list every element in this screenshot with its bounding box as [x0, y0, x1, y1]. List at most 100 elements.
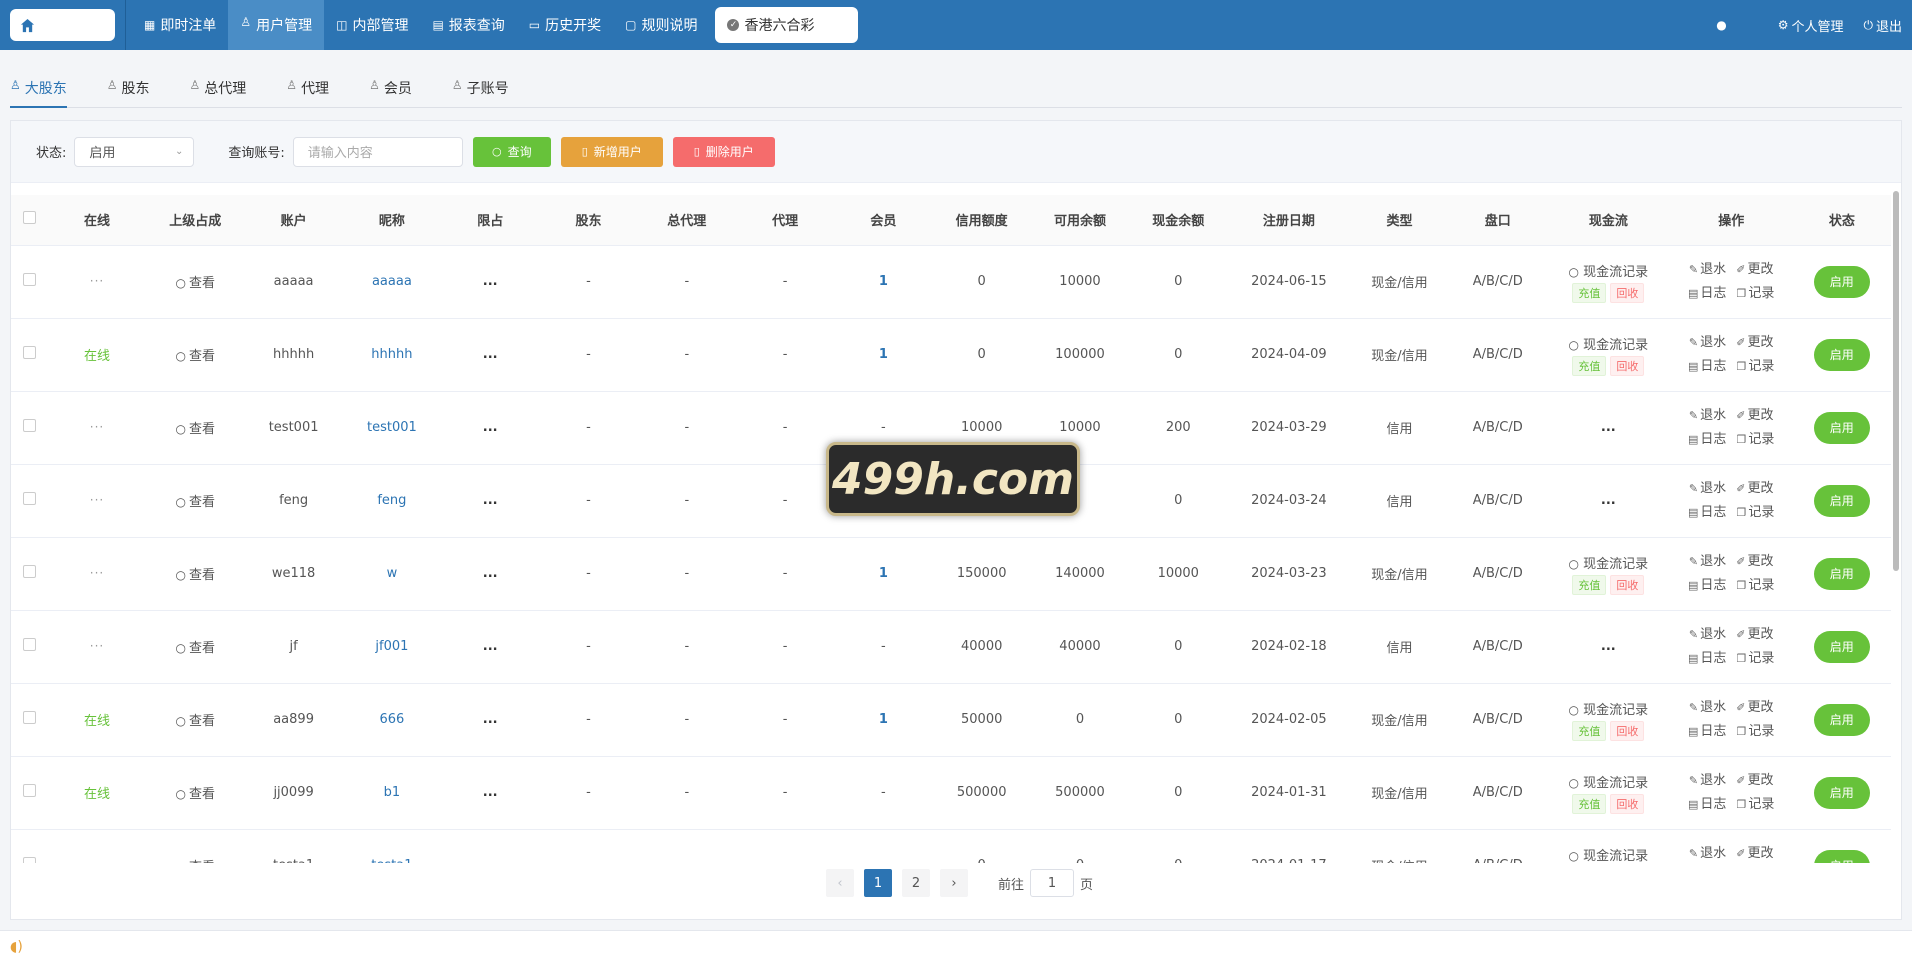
limit-cell[interactable]: ...	[441, 464, 540, 538]
recharge-button[interactable]: 充值	[1572, 720, 1607, 741]
parent-share-cell[interactable]: ○查看	[146, 756, 245, 830]
log-button[interactable]: ▤ 日志	[1688, 724, 1726, 739]
cash-flow-record-link[interactable]: ○ 现金流记录	[1547, 772, 1670, 791]
row-checkbox[interactable]	[22, 565, 36, 578]
status-select[interactable]: 启用 ⌄	[74, 136, 195, 167]
profile-button[interactable]: ⚙ 个人管理	[1778, 16, 1844, 35]
status-toggle-button[interactable]: 启用	[1813, 265, 1870, 298]
speaker-icon[interactable]: ◖)	[10, 939, 23, 955]
row-checkbox[interactable]	[22, 857, 36, 863]
member-count[interactable]: 1	[879, 274, 888, 289]
nickname-link[interactable]: aaaaa	[372, 274, 412, 289]
log-button[interactable]: ▤ 日志	[1688, 651, 1726, 666]
parent-share-cell[interactable]: ○查看	[146, 318, 245, 392]
record-button[interactable]: ❐ 记录	[1737, 578, 1775, 593]
recycle-button[interactable]: 回收	[1610, 574, 1645, 595]
next-page-button[interactable]: ›	[939, 869, 968, 897]
modify-button[interactable]: ✐ 更改	[1736, 481, 1773, 496]
recycle-button[interactable]: 回收	[1610, 282, 1645, 303]
limit-value[interactable]: ...	[483, 493, 498, 508]
view-link[interactable]: ○查看	[176, 495, 216, 510]
logout-button[interactable]: ⏻ 退出	[1863, 16, 1902, 35]
modify-button[interactable]: ✐ 更改	[1736, 700, 1773, 715]
table-scrollbar[interactable]	[1893, 191, 1899, 571]
rebate-button[interactable]: ✎ 退水	[1689, 481, 1726, 496]
nickname-link[interactable]: testa1	[371, 858, 412, 863]
recharge-button[interactable]: 充值	[1572, 574, 1607, 595]
record-button[interactable]: ❐ 记录	[1737, 505, 1775, 520]
page-button-1[interactable]: 1	[863, 869, 892, 897]
nav-history-draw[interactable]: ▭ 历史开奖	[517, 0, 613, 50]
header-select-all[interactable]	[11, 189, 48, 246]
view-link[interactable]: ○查看	[176, 568, 216, 583]
select-all-checkbox[interactable]	[22, 211, 36, 225]
account-search-input[interactable]: 请输入内容	[292, 136, 463, 167]
recycle-button[interactable]: 回收	[1610, 793, 1645, 814]
parent-share-cell[interactable]: ○查看	[146, 464, 245, 538]
limit-cell[interactable]: ...	[441, 391, 540, 465]
limit-cell[interactable]: ...	[441, 756, 540, 830]
limit-value[interactable]: ...	[483, 858, 498, 863]
nav-internal-management[interactable]: ◫ 内部管理	[324, 0, 420, 50]
record-button[interactable]: ❐ 记录	[1737, 651, 1775, 666]
tab-sub-account[interactable]: ♙ 子账号	[452, 78, 509, 108]
cash-flow-record-link[interactable]: ○ 现金流记录	[1547, 845, 1670, 864]
nickname-cell[interactable]: testa1	[342, 829, 442, 863]
recharge-button[interactable]: 充值	[1572, 793, 1607, 814]
tab-shareholder[interactable]: ♙ 股东	[107, 78, 150, 108]
modify-button[interactable]: ✐ 更改	[1736, 408, 1773, 423]
row-select[interactable]	[11, 391, 48, 465]
record-button[interactable]: ❐ 记录	[1737, 286, 1775, 301]
log-button[interactable]: ▤ 日志	[1688, 359, 1726, 374]
modify-button[interactable]: ✐ 更改	[1736, 335, 1773, 350]
status-toggle-button[interactable]: 启用	[1813, 557, 1870, 590]
home-button[interactable]	[10, 9, 115, 41]
parent-share-cell[interactable]: ○查看	[146, 245, 245, 319]
limit-value[interactable]: ...	[483, 420, 498, 435]
parent-share-cell[interactable]: ○查看	[146, 829, 245, 863]
limit-cell[interactable]: ...	[441, 318, 540, 392]
recharge-button[interactable]: 充值	[1572, 282, 1607, 303]
row-select[interactable]	[11, 610, 48, 684]
rebate-button[interactable]: ✎ 退水	[1689, 700, 1726, 715]
row-checkbox[interactable]	[22, 638, 36, 651]
view-link[interactable]: ○查看	[176, 276, 216, 291]
row-select[interactable]	[11, 245, 48, 319]
parent-share-cell[interactable]: ○查看	[146, 610, 245, 684]
log-button[interactable]: ▤ 日志	[1688, 578, 1726, 593]
avatar-button[interactable]: ●	[1716, 18, 1729, 32]
record-button[interactable]: ❐ 记录	[1737, 724, 1775, 739]
page-button-2[interactable]: 2	[901, 869, 930, 897]
record-button[interactable]: ❐ 记录	[1737, 359, 1775, 374]
rebate-button[interactable]: ✎ 退水	[1689, 773, 1726, 788]
add-user-button[interactable]: ▯ 新增用户	[560, 136, 663, 167]
row-select[interactable]	[11, 537, 48, 611]
nickname-link[interactable]: jf001	[375, 639, 408, 654]
lottery-selector[interactable]: ✓ 香港六合彩	[715, 7, 859, 43]
nickname-cell[interactable]: b1	[342, 756, 442, 830]
tab-agent[interactable]: ♙ 代理	[286, 78, 329, 108]
view-link[interactable]: ○查看	[176, 787, 216, 802]
nickname-cell[interactable]: feng	[342, 464, 442, 538]
limit-cell[interactable]: ...	[441, 537, 540, 611]
recycle-button[interactable]: 回收	[1610, 355, 1645, 376]
limit-value[interactable]: ...	[483, 274, 498, 289]
modify-button[interactable]: ✐ 更改	[1736, 846, 1773, 861]
cash-flow-record-link[interactable]: ○ 现金流记录	[1547, 553, 1670, 572]
tab-general-agent[interactable]: ♙ 总代理	[190, 78, 247, 108]
limit-cell[interactable]: ...	[441, 245, 540, 319]
row-select[interactable]	[11, 683, 48, 757]
limit-value[interactable]: ...	[483, 639, 498, 654]
rebate-button[interactable]: ✎ 退水	[1689, 408, 1726, 423]
nickname-cell[interactable]: test001	[342, 391, 442, 465]
limit-value[interactable]: ...	[483, 785, 498, 800]
row-checkbox[interactable]	[22, 419, 36, 432]
nickname-cell[interactable]: aaaaa	[342, 245, 442, 319]
cash-flow-record-link[interactable]: ○ 现金流记录	[1547, 261, 1670, 280]
nickname-cell[interactable]: w	[342, 537, 442, 611]
row-checkbox[interactable]	[22, 492, 36, 505]
member-count[interactable]: 1	[879, 347, 888, 362]
limit-cell[interactable]: ...	[441, 610, 540, 684]
status-toggle-button[interactable]: 启用	[1813, 411, 1870, 444]
view-link[interactable]: ○查看	[176, 860, 216, 863]
